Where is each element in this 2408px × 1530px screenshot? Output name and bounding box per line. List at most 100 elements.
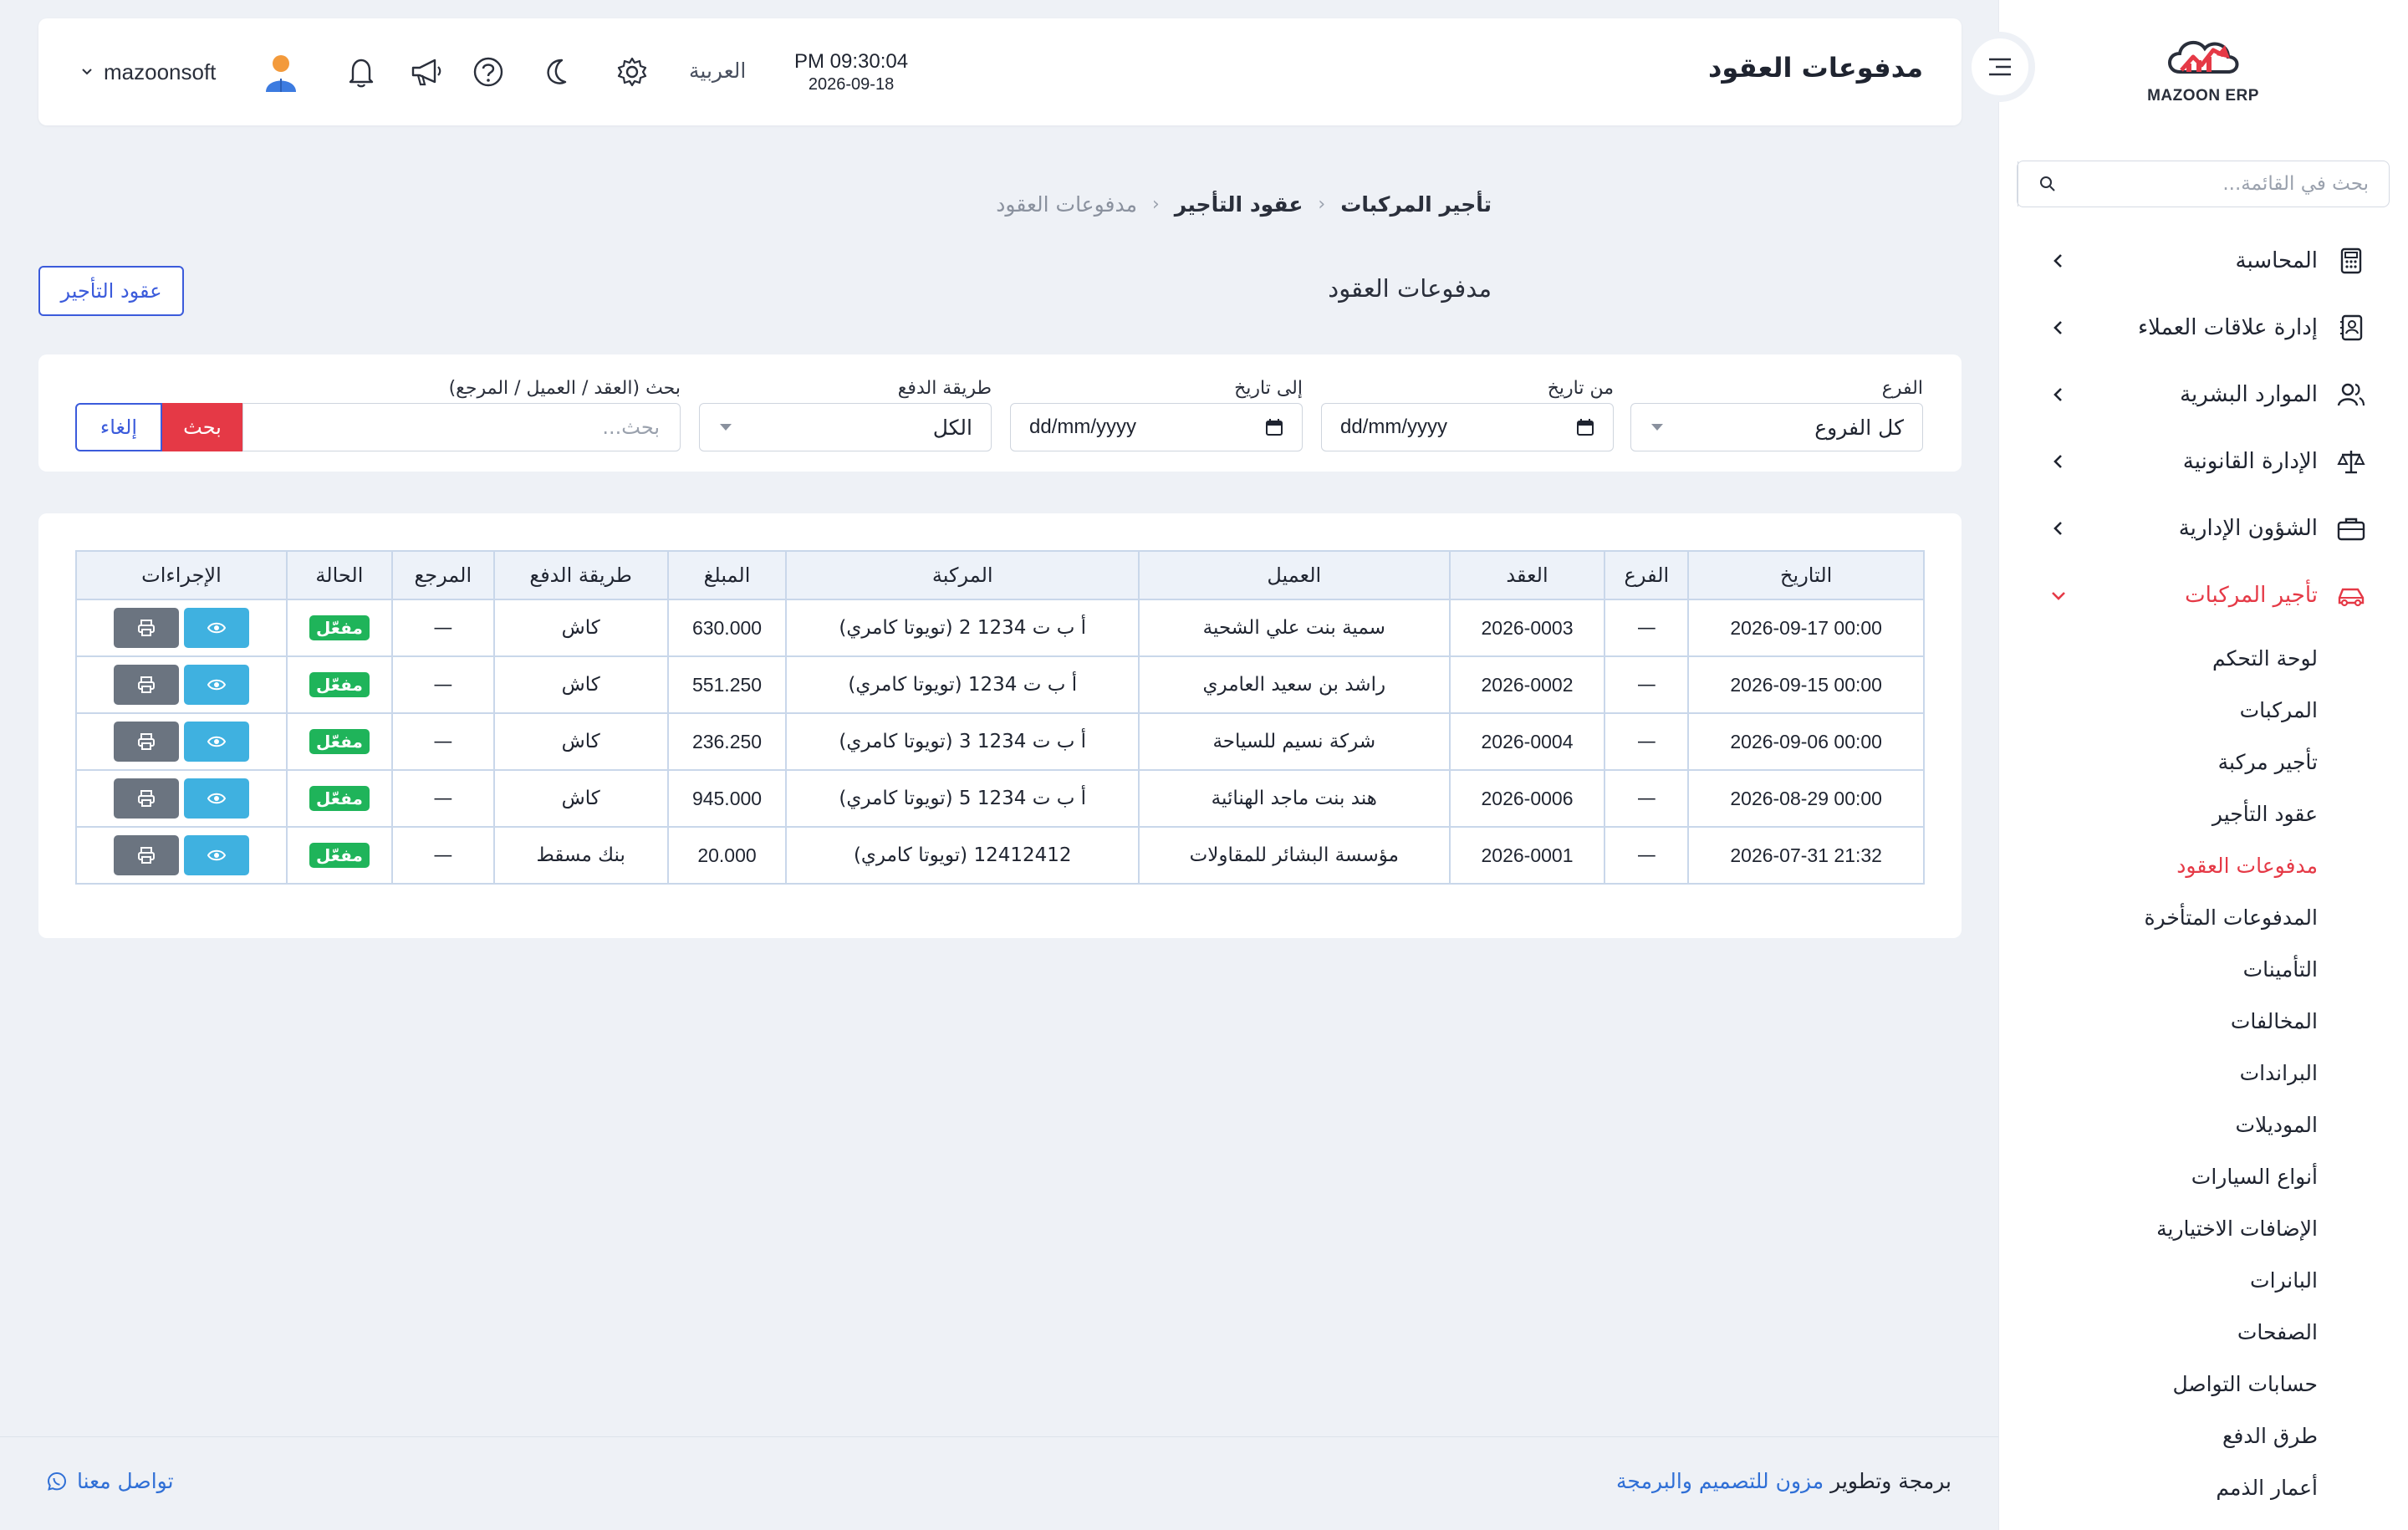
chevron-left-icon	[2053, 254, 2062, 268]
search-button[interactable]: بحث	[162, 403, 242, 451]
submenu-item-rent-vehicle[interactable]: تأجير مركبة	[1999, 736, 2408, 788]
submenu-item-rental-contracts[interactable]: عقود التأجير	[1999, 788, 2408, 839]
submenu-item-late-payments[interactable]: المدفوعات المتأخرة	[1999, 891, 2408, 943]
cell-method: كاش	[492, 655, 669, 714]
to-date-label: إلى تاريخ	[1234, 378, 1303, 399]
eye-icon	[207, 622, 226, 634]
cell-vehicle: أ ب ت 1234 (تويوتا كامري)	[785, 655, 1140, 714]
submenu-item-violations[interactable]: المخالفات	[1999, 995, 2408, 1047]
print-button[interactable]	[113, 665, 179, 705]
submenu-item-receivables-aging[interactable]: أعمار الذمم	[1999, 1461, 2408, 1513]
cell-customer: مؤسسة البشائر للمقاولات	[1138, 826, 1451, 885]
sidebar-item-legal[interactable]: الإدارة القانونية	[1999, 428, 2408, 495]
clock-time: PM 09:30:04	[794, 50, 909, 73]
cell-method: كاش	[492, 769, 669, 828]
cell-ref: —	[390, 655, 495, 714]
from-date-value: dd/mm/yyyy	[1340, 416, 1448, 438]
from-date-input[interactable]: dd/mm/yyyy	[1321, 403, 1614, 451]
cancel-button[interactable]: إلغاء	[75, 403, 162, 451]
branch-select[interactable]: كل الفروع	[1630, 403, 1923, 451]
menu-toggle-button[interactable]	[1965, 32, 2035, 102]
cell-ref: —	[390, 826, 495, 885]
from-date-filter: من تاريخ dd/mm/yyyy	[1321, 378, 1614, 451]
status-badge: مفعّل	[309, 843, 370, 868]
column-header: الإجراءات	[75, 550, 288, 600]
cell-method: بنك مسقط	[492, 826, 669, 885]
top-header: مدفوعات العقود PM 09:30:04 2026-09-18 ال…	[38, 18, 1962, 125]
rental-contracts-button[interactable]: عقود التأجير	[38, 266, 184, 316]
column-header: العقد	[1448, 550, 1606, 600]
dark-mode-icon[interactable]	[537, 52, 577, 92]
sidebar-item-admin-affairs[interactable]: الشؤون الإدارية	[1999, 495, 2408, 562]
breadcrumb-item[interactable]: تأجير المركبات	[1340, 192, 1492, 217]
printer-icon	[137, 620, 155, 636]
breadcrumb-item[interactable]: عقود التأجير	[1175, 192, 1303, 217]
submenu-item-insurances[interactable]: التأمينات	[1999, 943, 2408, 995]
footer-credit: برمجة وتطوير مزون للتصميم والبرمجة	[1616, 1469, 1951, 1493]
view-button[interactable]	[183, 722, 249, 762]
submenu-item-payment-methods[interactable]: طرق الدفع	[1999, 1410, 2408, 1461]
user-menu[interactable]: mazoonsoft	[80, 52, 299, 92]
submenu-item-brands[interactable]: البراندات	[1999, 1047, 2408, 1099]
row-actions	[77, 722, 286, 762]
cell-customer: راشد بن سعيد العامري	[1138, 655, 1451, 714]
chevron-left-icon	[2053, 522, 2062, 535]
cell-customer: هند بنت ماجد الهنائية	[1138, 769, 1451, 828]
logo[interactable]: MAZOON ERP	[2145, 33, 2262, 117]
status-badge: مفعّل	[309, 786, 370, 811]
view-button[interactable]	[183, 608, 249, 648]
cell-branch: —	[1604, 655, 1690, 714]
sidebar-item-accounting[interactable]: المحاسبة	[1999, 227, 2408, 294]
sidebar: MAZOON ERP المحاسبة إدارة علاقات العملاء	[1998, 0, 2408, 1530]
print-button[interactable]	[113, 778, 179, 819]
cell-status: مفعّل	[285, 655, 393, 714]
submenu-item-banners[interactable]: البانرات	[1999, 1254, 2408, 1306]
submenu-item-pages[interactable]: الصفحات	[1999, 1306, 2408, 1358]
cell-vehicle: أ ب ت 1234 2 (تويوتا كامري)	[785, 599, 1140, 657]
printer-icon	[137, 676, 155, 693]
search-icon[interactable]	[2018, 161, 2076, 207]
megaphone-icon[interactable]	[406, 52, 446, 92]
print-button[interactable]	[113, 722, 179, 762]
sidebar-item-vehicle-rental[interactable]: تأجير المركبات	[1999, 562, 2408, 629]
submenu-item-social-accounts[interactable]: حسابات التواصل	[1999, 1358, 2408, 1410]
branch-value: كل الفروع	[1814, 415, 1904, 440]
contact-us-link[interactable]: تواصل معنا	[47, 1469, 174, 1493]
settings-icon[interactable]	[612, 52, 652, 92]
help-icon[interactable]	[468, 52, 508, 92]
view-button[interactable]	[183, 835, 249, 875]
search-input[interactable]	[242, 403, 681, 451]
footer-credit-link[interactable]: مزون للتصميم والبرمجة	[1616, 1469, 1824, 1493]
language-switch[interactable]: العربية	[689, 59, 746, 83]
cell-amount: 630.000	[666, 599, 788, 657]
sidebar-item-hr[interactable]: الموارد البشرية	[1999, 361, 2408, 428]
print-button[interactable]	[113, 835, 179, 875]
status-badge: مفعّل	[309, 729, 370, 754]
print-button[interactable]	[113, 608, 179, 648]
cell-customer: شركة نسيم للسياحة	[1138, 712, 1451, 771]
submenu-item-car-types[interactable]: أنواع السيارات	[1999, 1150, 2408, 1202]
logo-text: MAZOON ERP	[2147, 87, 2259, 105]
submenu-item-contract-payments[interactable]: مدفوعات العقود	[1999, 839, 2408, 891]
column-header: المبلغ	[666, 550, 788, 600]
payment-method-select[interactable]: الكل	[699, 403, 992, 451]
view-button[interactable]	[183, 665, 249, 705]
sidebar-item-label: تأجير المركبات	[2185, 583, 2318, 608]
column-header: الفرع	[1604, 550, 1690, 600]
submenu-item-models[interactable]: الموديلات	[1999, 1099, 2408, 1150]
sidebar-item-crm[interactable]: إدارة علاقات العملاء	[1999, 294, 2408, 361]
status-badge: مفعّل	[309, 615, 370, 640]
submenu-item-optional-addons[interactable]: الإضافات الاختيارية	[1999, 1202, 2408, 1254]
to-date-filter: إلى تاريخ dd/mm/yyyy	[1010, 378, 1303, 451]
bell-icon[interactable]	[341, 52, 381, 92]
submenu-item-vehicles[interactable]: المركبات	[1999, 684, 2408, 736]
row-actions	[77, 665, 286, 705]
sidebar-search-input[interactable]	[2076, 161, 2389, 207]
submenu-item-dashboard[interactable]: لوحة التحكم	[1999, 632, 2408, 684]
payments-table: التاريخ الفرع العقد العميل المركبة المبل…	[75, 550, 1925, 885]
logo-mark-icon	[2168, 40, 2239, 74]
to-date-input[interactable]: dd/mm/yyyy	[1010, 403, 1303, 451]
eye-icon	[207, 793, 226, 804]
view-button[interactable]	[183, 778, 249, 819]
cell-actions	[75, 826, 288, 885]
